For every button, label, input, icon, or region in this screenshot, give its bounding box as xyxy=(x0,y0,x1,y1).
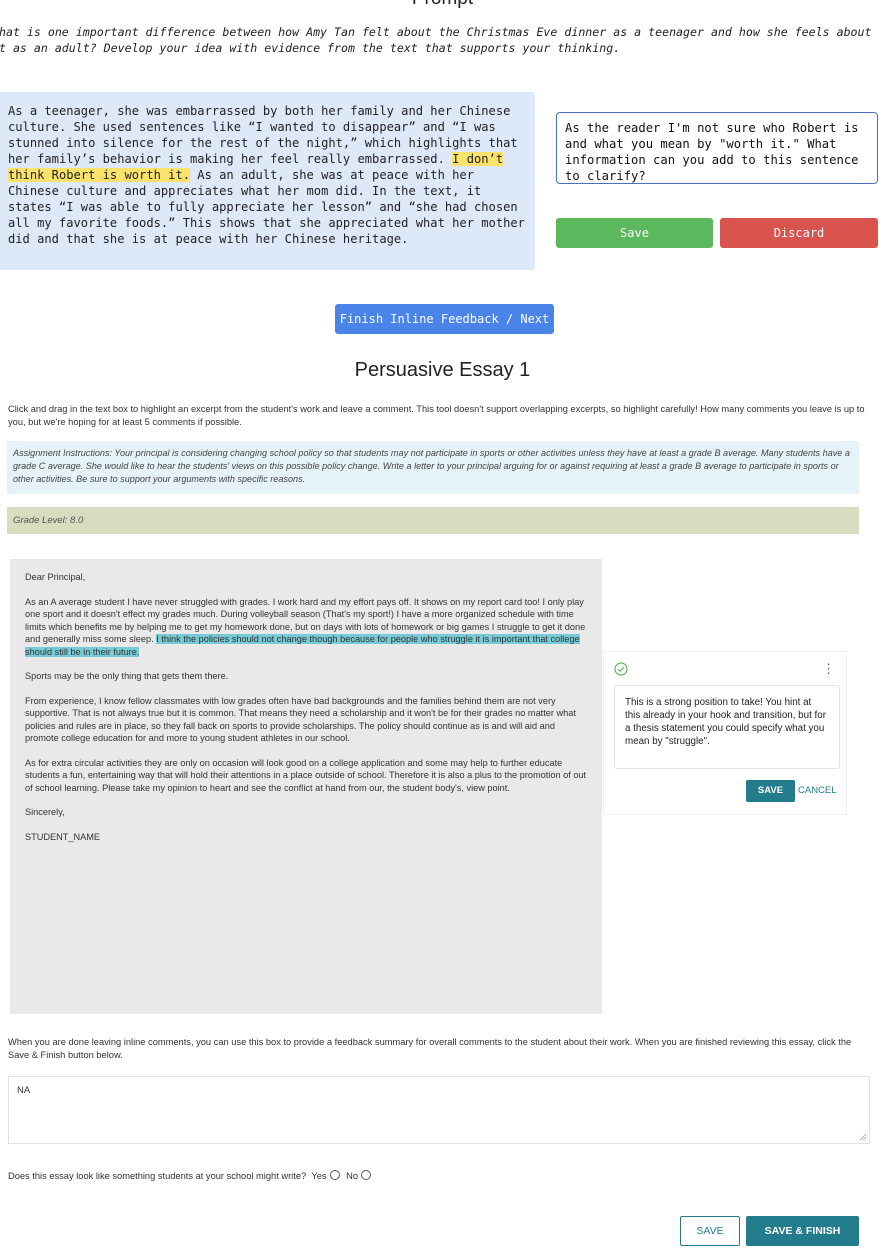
prompt-question: What is one important difference between… xyxy=(0,24,885,56)
essay-paragraph-4: As for extra circular activities they ar… xyxy=(25,757,587,793)
highlight-instructions: Click and drag in the text box to highli… xyxy=(8,404,865,427)
check-circle-icon[interactable] xyxy=(614,662,628,676)
comment-text-field[interactable]: This is a strong position to take! You h… xyxy=(614,685,840,769)
student-response-box[interactable]: As a teenager, she was embarrassed by bo… xyxy=(0,92,535,270)
summary-value: NA xyxy=(17,1085,31,1096)
essay-paragraph-2: Sports may be the only thing that gets t… xyxy=(25,671,229,681)
essay-paragraph-3: From experience, I know fellow classmate… xyxy=(25,695,576,744)
response-text-before: As a teenager, she was embarrassed by bo… xyxy=(8,104,518,166)
grade-level-banner: Grade Level: 8.0 xyxy=(7,507,859,534)
no-radio[interactable] xyxy=(361,1170,371,1180)
save-button[interactable]: SAVE xyxy=(680,1216,740,1246)
question-text: Does this essay look like something stud… xyxy=(8,1171,307,1181)
card-cancel-button[interactable]: CANCEL xyxy=(798,780,838,802)
yes-label: Yes xyxy=(311,1171,327,1181)
yes-radio[interactable] xyxy=(329,1170,340,1180)
summary-help-text: When you are done leaving inline comment… xyxy=(8,1037,852,1060)
card-save-button[interactable]: SAVE xyxy=(746,780,795,802)
similarity-question: Does this essay look like something stud… xyxy=(8,1170,375,1181)
essay-text-panel[interactable]: Dear Principal, As an A average student … xyxy=(10,559,602,1014)
save-and-finish-button[interactable]: SAVE & FINISH xyxy=(746,1216,859,1246)
save-comment-button[interactable]: Save xyxy=(556,218,713,248)
kebab-menu-icon[interactable]: ⋮ xyxy=(822,662,835,676)
discard-comment-button[interactable]: Discard xyxy=(720,218,878,248)
comment-card: ⋮ This is a strong position to take! You… xyxy=(603,651,847,815)
essay-closing: Sincerely, xyxy=(25,807,65,817)
essay-signature: STUDENT_NAME xyxy=(25,831,101,842)
resize-handle-icon[interactable] xyxy=(859,1133,867,1141)
prompt-question-line-1: What is one important difference between… xyxy=(0,25,872,39)
essay-title: Persuasive Essay 1 xyxy=(354,359,531,381)
finish-inline-feedback-button[interactable]: Finish Inline Feedback / Next xyxy=(335,304,554,334)
assignment-instructions: Assignment Instructions: Your principal … xyxy=(7,441,859,494)
prompt-question-line-2: it as an adult? Develop your idea with e… xyxy=(0,41,621,55)
no-label: No xyxy=(346,1171,358,1181)
essay-greeting: Dear Principal, xyxy=(25,572,86,582)
inline-comment-textarea[interactable]: As the reader I'm not sure who Robert is… xyxy=(556,112,878,184)
essay-paragraph-1: As an A average student I have never str… xyxy=(25,596,588,659)
feedback-summary-textarea[interactable]: NA xyxy=(8,1076,870,1144)
prompt-title: Prompt xyxy=(0,0,885,10)
